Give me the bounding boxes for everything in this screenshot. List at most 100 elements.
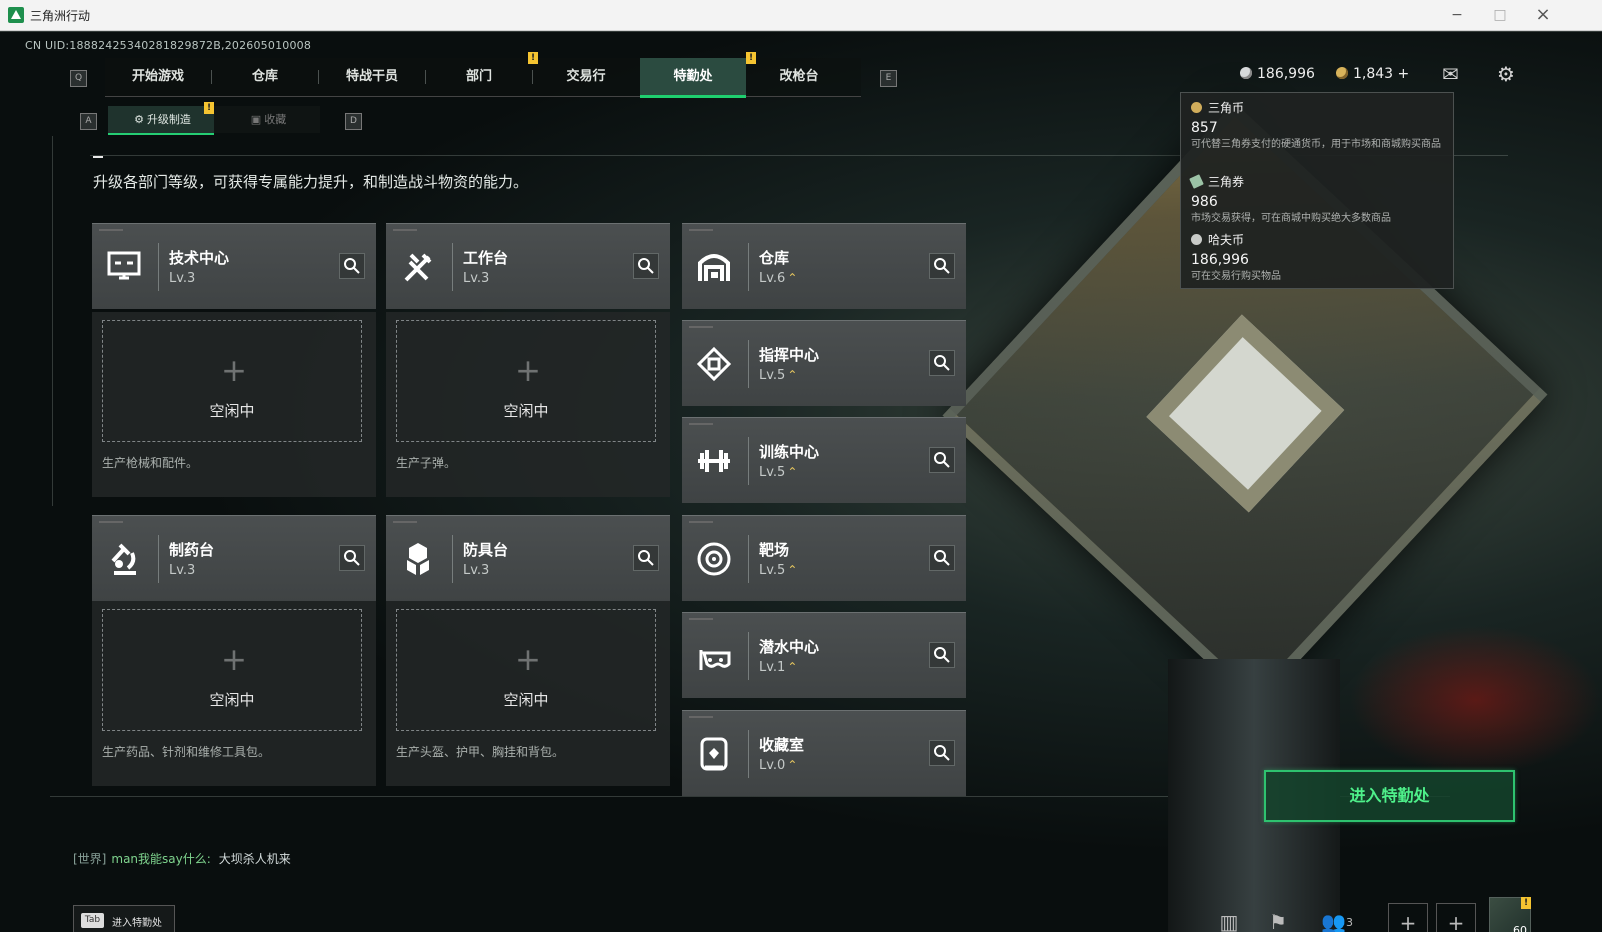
facility-card-training-center[interactable]: 训练中心 Lv.5 ⌃: [682, 417, 966, 503]
triangle-coin-tooltip-row: 三角币 857 可代替三角券支付的硬通货币，用于市场和商城购买商品: [1191, 101, 1441, 150]
triangle-coin-icon: [1336, 67, 1348, 79]
ammo-production-slot[interactable]: + 空闲中 生产子弹。: [386, 312, 670, 497]
tab-enter-hint[interactable]: Tab 进入特勤处: [73, 905, 175, 932]
section-marker: [93, 156, 103, 158]
game-view: CN UID:18882425340281829872B,20260501000…: [0, 31, 1602, 932]
hafu-coin-icon: [1191, 234, 1202, 245]
sub-nav-left-key[interactable]: A: [80, 113, 97, 130]
flag-icon[interactable]: ⚑: [1259, 903, 1297, 932]
workbench-search-button[interactable]: [633, 253, 659, 279]
maximize-button[interactable]: □: [1488, 4, 1512, 26]
search-icon: [934, 550, 950, 566]
upgrade-available-icon: ⌃: [787, 271, 798, 285]
triangle-ticket-icon: [1189, 174, 1204, 189]
search-icon: [638, 258, 654, 274]
facility-card-diving-center[interactable]: 潜水中心 Lv.1 ⌃: [682, 612, 966, 698]
pharmacy-search-button[interactable]: [339, 545, 365, 571]
nav-left-key[interactable]: Q: [70, 70, 87, 87]
triangle-ticket-tooltip-row: 三角券 986 市场交易获得，可在商城中购买绝大多数商品: [1189, 174, 1391, 224]
upgrade-available-icon: ⌃: [787, 758, 798, 772]
armor-icon: [407, 543, 429, 575]
diving-center-search-button[interactable]: [929, 642, 955, 668]
facility-card-pharmacy[interactable]: 制药台 Lv.3: [92, 515, 376, 601]
enter-special-operations-button[interactable]: 进入特勤处: [1264, 770, 1515, 822]
add-friend-button-one[interactable]: +: [1388, 903, 1428, 932]
microscope-icon: [111, 543, 136, 575]
tab-operators[interactable]: 特战干员: [319, 58, 425, 95]
tab-key: Tab: [81, 913, 104, 928]
friends-button[interactable]: 👥3: [1310, 903, 1364, 932]
facility-card-collection-room[interactable]: 收藏室 Lv.0 ⌃: [682, 710, 966, 796]
search-icon: [934, 452, 950, 468]
upgrade-production-icon: ⚙: [134, 113, 144, 126]
tab-weapon-mod[interactable]: 改枪台: [746, 58, 852, 95]
sub-nav-right-key[interactable]: D: [345, 113, 362, 130]
chat-message: [世界] man我能say什么: 大坝杀人机来: [73, 850, 291, 867]
command-center-search-button[interactable]: [929, 350, 955, 376]
upgrade-production-alert-icon: !: [204, 102, 214, 114]
search-icon: [344, 258, 360, 274]
sub-tab-collection[interactable]: ▣ 收藏: [214, 106, 320, 133]
hafu-coin-balance[interactable]: 186,996: [1240, 66, 1315, 82]
main-navigation: Q 开始游戏 仓库 特战干员 部门 交易行 特勤处 改枪台 ! ! E: [70, 52, 897, 98]
warehouse-search-button[interactable]: [929, 253, 955, 279]
close-button[interactable]: ×: [1531, 4, 1555, 26]
add-production-icon: +: [515, 353, 541, 389]
triangle-coin-icon: [1191, 102, 1202, 113]
facility-card-tech-center[interactable]: 技术中心 Lv.3: [92, 223, 376, 309]
facility-card-shooting-range[interactable]: 靶场 Lv.5 ⌃: [682, 515, 966, 601]
search-icon: [344, 550, 360, 566]
facility-card-warehouse[interactable]: 仓库 Lv.6 ⌃: [682, 223, 966, 309]
armor-bench-search-button[interactable]: [633, 545, 659, 571]
department-alert-icon: !: [528, 52, 538, 64]
facility-card-command-center[interactable]: 指挥中心 Lv.5 ⌃: [682, 320, 966, 406]
collection-icon: [700, 737, 728, 771]
tab-hint-text: 进入特勤处: [112, 918, 162, 929]
warehouse-icon: [698, 254, 730, 281]
hafu-coin-icon: [1240, 67, 1252, 79]
tab-department[interactable]: 部门: [426, 58, 532, 95]
add-friend-button-two[interactable]: +: [1436, 903, 1476, 932]
collection-tab-icon: ▣: [250, 113, 262, 126]
facility-card-workbench[interactable]: 工作台 Lv.3: [386, 223, 670, 309]
add-currency-button[interactable]: +: [1398, 66, 1410, 82]
avatar-alert-icon: !: [1521, 897, 1531, 909]
search-icon: [638, 550, 654, 566]
search-icon: [934, 258, 950, 274]
mail-icon[interactable]: ✉: [1442, 62, 1459, 86]
add-production-icon: +: [515, 642, 541, 678]
chat-player[interactable]: man我能say什么:: [111, 852, 210, 866]
target-icon: [697, 542, 731, 576]
tab-start-game[interactable]: 开始游戏: [105, 58, 211, 95]
chat-text: 大坝杀人机来: [218, 852, 291, 866]
tab-warehouse[interactable]: 仓库: [212, 58, 318, 95]
background-red-glow: [1349, 625, 1602, 775]
minimize-button[interactable]: −: [1445, 4, 1469, 26]
tools-icon: [404, 253, 432, 282]
monitor-icon: [107, 251, 141, 280]
collection-room-search-button[interactable]: [929, 740, 955, 766]
tab-trading[interactable]: 交易行: [533, 58, 639, 95]
page-description: 升级各部门等级，可获得专属能力提升，和制造战斗物资的能力。: [93, 173, 529, 191]
friends-icon: 👥: [1321, 910, 1346, 932]
statistics-icon[interactable]: ▥: [1210, 903, 1248, 932]
armor-production-slot[interactable]: + 空闲中 生产头盔、护甲、胸挂和背包。: [386, 601, 670, 786]
search-icon: [934, 355, 950, 371]
triangle-coin-balance[interactable]: 1,843 +: [1336, 66, 1409, 82]
weapon-production-slot[interactable]: + 空闲中 生产枪械和配件。: [92, 312, 376, 497]
tab-special-operations[interactable]: 特勤处: [640, 58, 746, 98]
window-titlebar: 三角洲行动 − □ ×: [0, 0, 1602, 31]
shooting-range-search-button[interactable]: [929, 545, 955, 571]
training-center-search-button[interactable]: [929, 447, 955, 473]
window-title: 三角洲行动: [30, 9, 91, 23]
medical-production-slot[interactable]: + 空闲中 生产药品、针剂和维修工具包。: [92, 601, 376, 786]
nav-right-key[interactable]: E: [880, 70, 897, 87]
player-level: 60: [1513, 924, 1527, 932]
settings-icon[interactable]: ⚙: [1497, 62, 1515, 86]
sub-tab-upgrade-production[interactable]: ⚙ 升级制造: [108, 106, 214, 135]
dumbbell-icon: [698, 450, 730, 472]
currency-tooltip: 三角币 857 可代替三角券支付的硬通货币，用于市场和商城购买商品 三角券 98…: [1180, 92, 1454, 289]
diving-mask-icon: [699, 650, 731, 670]
tech-center-search-button[interactable]: [339, 253, 365, 279]
facility-card-armor-bench[interactable]: 防具台 Lv.3: [386, 515, 670, 601]
